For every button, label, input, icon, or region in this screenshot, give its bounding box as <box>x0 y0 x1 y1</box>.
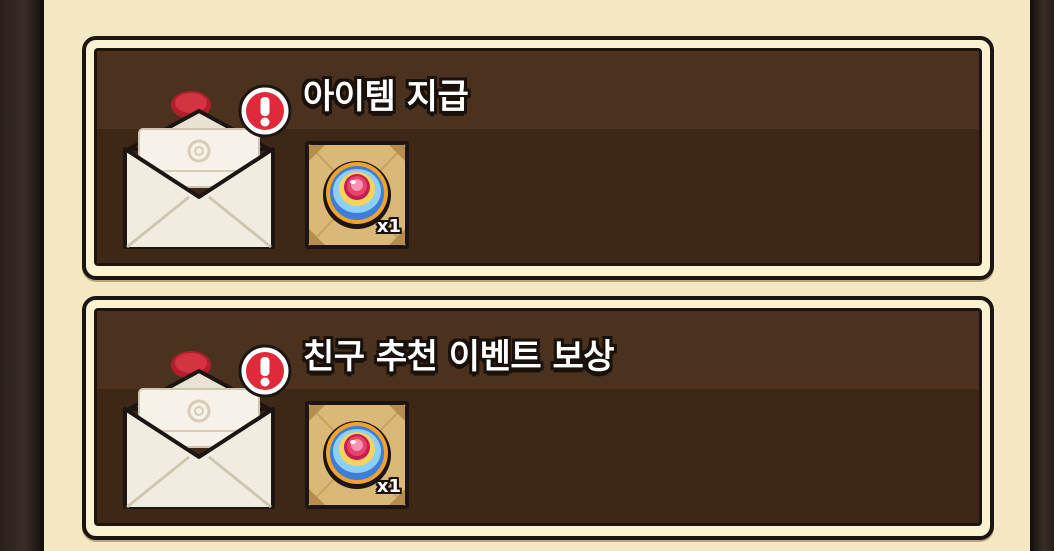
mail-title: 친구 추천 이벤트 보상 <box>303 337 615 377</box>
window-frame-right <box>1030 0 1054 551</box>
alert-icon <box>238 344 292 398</box>
reward-slot[interactable]: x1 <box>303 399 411 511</box>
alert-icon <box>238 84 292 138</box>
mail-list-panel[interactable]: 아이템 지급 x1 친구 추천 이벤트 보상 x1 <box>44 0 1030 551</box>
window-frame-left <box>0 0 44 551</box>
reward-quantity: x1 <box>376 476 401 497</box>
mail-item[interactable]: 아이템 지급 x1 <box>82 36 994 280</box>
reward-slot[interactable]: x1 <box>303 139 411 251</box>
reward-quantity: x1 <box>376 216 401 237</box>
mail-item-body: 친구 추천 이벤트 보상 x1 <box>94 308 982 526</box>
mail-title: 아이템 지급 <box>303 77 469 117</box>
mail-item[interactable]: 친구 추천 이벤트 보상 x1 <box>82 296 994 540</box>
mail-item-body: 아이템 지급 x1 <box>94 48 982 266</box>
